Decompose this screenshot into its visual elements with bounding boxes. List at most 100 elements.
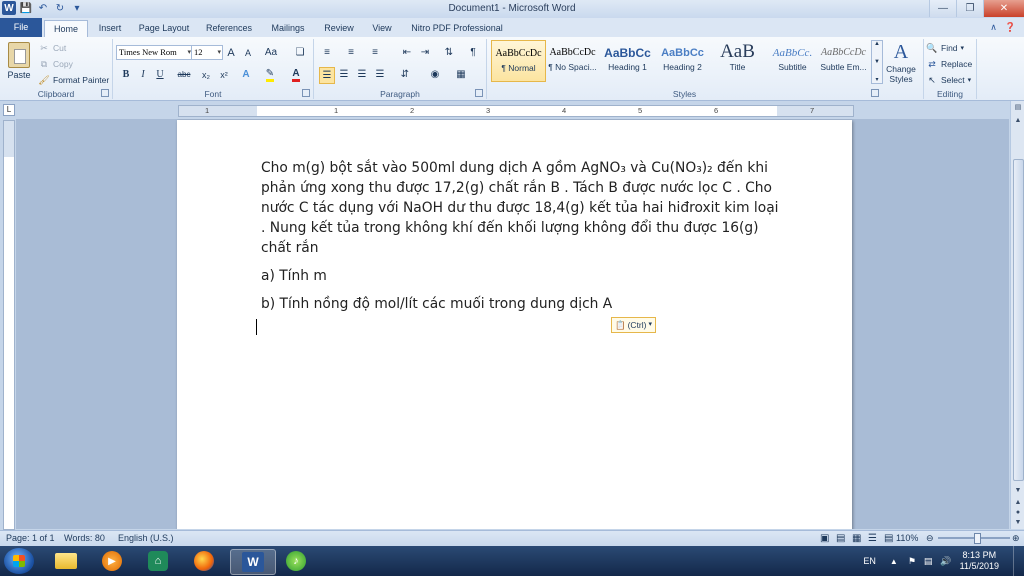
minimize-button[interactable]: —	[929, 0, 956, 17]
tab-view[interactable]: View	[364, 20, 400, 36]
style-normal[interactable]: AaBbCcDc ¶ Normal	[491, 40, 546, 82]
justify-icon[interactable]: ☰	[373, 67, 387, 82]
underline-button[interactable]: U	[153, 67, 167, 82]
style-subtitle[interactable]: AaBbCc. Subtitle	[766, 40, 819, 80]
firefox-icon[interactable]	[186, 549, 222, 573]
language-status[interactable]: English (U.S.)	[118, 533, 174, 543]
start-button[interactable]	[4, 548, 34, 574]
chevron-up-icon[interactable]: ▲	[874, 41, 880, 47]
strikethrough-button[interactable]: abc	[177, 67, 191, 82]
cut-button[interactable]: ✂ Cut	[38, 41, 66, 55]
tab-references[interactable]: References	[200, 20, 258, 36]
select-button[interactable]: ↖ Select ▾	[926, 73, 971, 87]
align-center-icon[interactable]: ☰	[337, 67, 351, 82]
align-right-icon[interactable]: ☰	[355, 67, 369, 82]
italic-button[interactable]: I	[136, 67, 150, 82]
paragraph-launcher-icon[interactable]	[475, 89, 483, 97]
shrink-font-button[interactable]: A	[241, 45, 255, 60]
styles-launcher-icon[interactable]	[871, 89, 879, 97]
vertical-ruler[interactable]	[3, 120, 15, 530]
scroll-thumb[interactable]	[1013, 159, 1024, 481]
font-launcher-icon[interactable]	[302, 89, 310, 97]
change-styles-button[interactable]: A Change Styles	[883, 40, 919, 84]
replace-button[interactable]: ⇄ Replace	[926, 57, 972, 71]
tray-expand-icon[interactable]: ▲	[890, 557, 898, 566]
multilevel-list-icon[interactable]: ≡	[368, 45, 382, 60]
clock[interactable]: 8:13 PM 11/5/2019	[960, 550, 999, 572]
style-title[interactable]: AaB Title	[711, 40, 764, 80]
zoom-slider[interactable]	[938, 533, 1010, 544]
borders-icon[interactable]: ▦	[454, 67, 468, 82]
vertical-scrollbar[interactable]: ▤ ▲ ▼ ▲ ● ▼	[1010, 101, 1024, 529]
media-player-icon[interactable]: ▶	[94, 549, 130, 573]
web-layout-icon[interactable]: ▦	[852, 533, 861, 544]
next-page-icon[interactable]: ▼	[1013, 519, 1023, 529]
line-spacing-icon[interactable]: ⇵	[398, 67, 412, 82]
show-marks-button[interactable]: ¶	[466, 45, 480, 60]
volume-icon[interactable]: 🔊	[940, 556, 951, 567]
text-effects-button[interactable]: A	[239, 67, 253, 82]
draft-icon[interactable]: ▤	[884, 533, 893, 544]
file-explorer-icon[interactable]	[48, 549, 84, 573]
outline-icon[interactable]: ☰	[868, 533, 877, 544]
font-size-box[interactable]: 12 ▾	[191, 45, 223, 60]
tab-nitro[interactable]: Nitro PDF Professional	[405, 20, 509, 36]
tab-page-layout[interactable]: Page Layout	[133, 20, 195, 36]
font-family-box[interactable]: Times New Rom ▾	[116, 45, 193, 60]
word-count[interactable]: Words: 80	[64, 533, 105, 543]
zoom-slider-knob[interactable]	[974, 533, 981, 544]
increase-indent-icon[interactable]: ⇥	[418, 45, 432, 60]
restore-button[interactable]: ❐	[956, 0, 983, 17]
scroll-up-icon[interactable]: ▲	[1013, 117, 1023, 127]
paste-button[interactable]: Paste	[4, 42, 34, 80]
more-icon[interactable]: ▾	[875, 76, 878, 83]
grow-font-button[interactable]: A	[224, 45, 238, 60]
tab-file[interactable]: File	[0, 18, 42, 37]
page-count[interactable]: Page: 1 of 1	[6, 533, 55, 543]
format-painter-button[interactable]: 🖌 Format Painter	[38, 73, 109, 87]
find-button[interactable]: 🔍 Find ▾	[926, 41, 964, 55]
close-button[interactable]: ✕	[983, 0, 1024, 17]
tab-review[interactable]: Review	[318, 20, 360, 36]
paragraph-question-b[interactable]: b) Tính nồng độ mol/lít các muối trong d…	[261, 294, 781, 314]
clipboard-launcher-icon[interactable]	[101, 89, 109, 97]
superscript-button[interactable]: x²	[217, 67, 231, 82]
chevron-down-icon[interactable]: ▼	[874, 59, 880, 65]
word-taskbar-icon[interactable]: W	[230, 549, 276, 575]
full-screen-reading-icon[interactable]: ▤	[836, 533, 845, 544]
scroll-down-icon[interactable]: ▼	[1013, 487, 1023, 497]
sort-icon[interactable]: ⇅	[442, 45, 456, 60]
paragraph-question-a[interactable]: a) Tính m	[261, 266, 781, 286]
network-icon[interactable]: ▤	[924, 556, 933, 567]
zoom-level[interactable]: 110%	[896, 533, 918, 543]
browse-object-icon[interactable]: ●	[1013, 509, 1023, 519]
tab-selector[interactable]: L	[3, 104, 15, 116]
font-color-button[interactable]: A	[289, 67, 303, 82]
paragraph-problem[interactable]: Cho m(g) bột sắt vào 500ml dung dịch A g…	[261, 158, 781, 258]
decrease-indent-icon[interactable]: ⇤	[400, 45, 414, 60]
highlight-icon[interactable]: ✎	[263, 67, 277, 82]
shading-icon[interactable]: ◉	[428, 67, 442, 82]
app-music-icon[interactable]: ♪	[278, 549, 314, 573]
zoom-in-icon[interactable]: ⊕	[1012, 533, 1020, 544]
flag-icon[interactable]: ⚑	[908, 556, 916, 567]
align-left-icon[interactable]: ☰	[319, 67, 335, 84]
style-subtle-emphasis[interactable]: AaBbCcDc Subtle Em...	[817, 40, 870, 80]
paste-options-button[interactable]: 📋 (Ctrl) ▾	[611, 317, 656, 333]
previous-page-icon[interactable]: ▲	[1013, 499, 1023, 509]
numbering-icon[interactable]: ≡	[344, 45, 358, 60]
styles-scroll[interactable]: ▲ ▼ ▾	[871, 40, 883, 84]
language-indicator[interactable]: EN	[863, 556, 876, 566]
style-no-spacing[interactable]: AaBbCcDc ¶ No Spaci...	[546, 40, 599, 80]
subscript-button[interactable]: x₂	[199, 67, 213, 82]
tab-mailings[interactable]: Mailings	[263, 20, 313, 36]
bullets-icon[interactable]: ≡	[320, 45, 334, 60]
help-icon[interactable]: ❓	[1005, 22, 1016, 33]
ruler-toggle-icon[interactable]: ▤	[1013, 103, 1023, 113]
show-desktop-button[interactable]	[1013, 546, 1024, 576]
document-page[interactable]: Cho m(g) bột sắt vào 500ml dung dịch A g…	[177, 120, 852, 529]
document-content[interactable]: Cho m(g) bột sắt vào 500ml dung dịch A g…	[261, 158, 781, 322]
tab-insert[interactable]: Insert	[90, 20, 130, 36]
horizontal-ruler[interactable]: 1 1 2 3 4 5 6 7	[178, 105, 854, 117]
style-heading-2[interactable]: AaBbCc Heading 2	[656, 40, 709, 80]
